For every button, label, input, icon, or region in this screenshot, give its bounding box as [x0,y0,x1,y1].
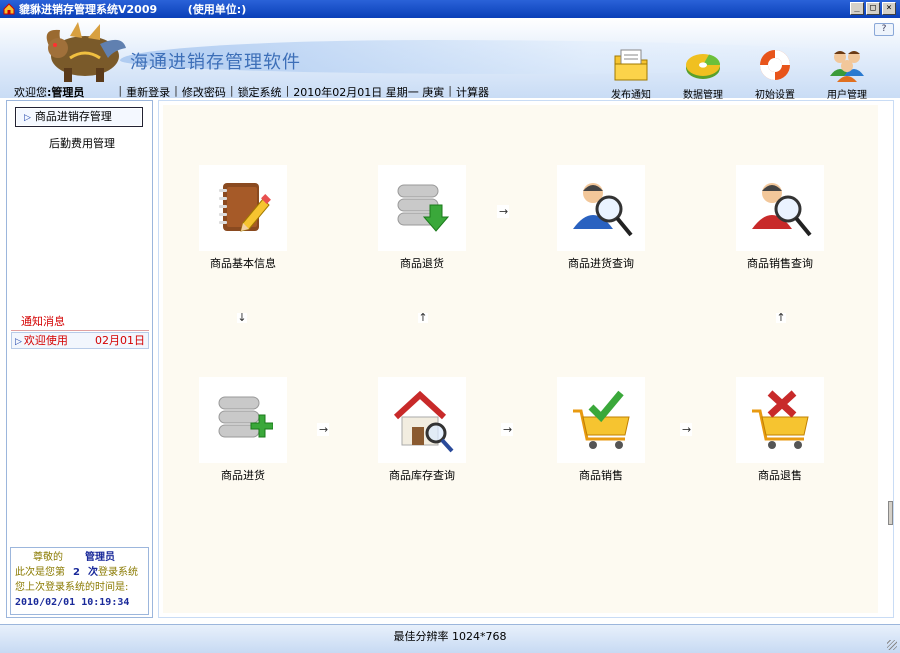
arrow-right-icon: → [317,423,330,436]
window-title-bar: 貔貅进销存管理系统V2009 (使用单位:) _ □ × [0,0,900,18]
arrow-up-icon: ↑ [418,311,428,324]
arrow-right-icon: → [680,423,693,436]
house-search-icon [378,377,466,463]
node-product-purchase[interactable]: 商品进货 [183,377,303,483]
user-info-bar: 欢迎您 :管理员 | 重新登录 | 修改密码 | 锁定系统 | 2010年02月… [14,84,489,100]
node-sales-return[interactable]: 商品退售 [720,377,840,483]
node-product-return[interactable]: 商品退货 [362,165,482,271]
last-login-label: 您上次登录系统的时间是: [15,582,129,593]
flow-diagram: 商品基本信息 商品退货 商品进货查询 商品销售查询 → ↓ ↑ ↑ 商品进货 商… [163,105,878,613]
node-label: 商品销售查询 [747,257,813,270]
current-date: 2010年02月01日 星期一 庚寅 [293,86,445,99]
publish-notice-button[interactable]: 发布通知 [608,46,654,101]
software-title: 海通进销存管理软件 [130,52,301,73]
node-label: 商品进货 [221,469,265,482]
minimize-button[interactable]: _ [850,2,864,15]
login-user: 管理员 [85,552,115,563]
maximize-button[interactable]: □ [866,2,880,15]
header-banner: ? 海通进销存管理软件 欢迎您 :管理员 | 重新登录 | 修改密码 | 锁定系… [0,18,900,101]
resize-grip-icon[interactable] [887,640,897,650]
login-count: 2 [73,567,80,578]
user-search-red-icon [736,165,824,251]
notice-item-date: 02月01日 [95,334,145,347]
cart-cross-icon [736,377,824,463]
arrow-up-icon: ↑ [776,311,786,324]
node-inventory-query[interactable]: 商品库存查询 [362,377,482,483]
relogin-link[interactable]: 重新登录 [126,84,170,100]
help-button[interactable]: ? [874,23,894,36]
data-management-button[interactable]: 数据管理 [680,46,726,101]
greet-prefix: 尊敬的 [33,552,63,563]
welcome-label: 欢迎您 [14,86,47,99]
user-search-blue-icon [557,165,645,251]
count-suffix-bold: 次 [87,567,98,578]
database-download-icon [378,165,466,251]
change-password-link[interactable]: 修改密码 [182,84,226,100]
arrow-right-icon: → [501,423,514,436]
triangle-right-icon: ▷ [15,337,22,347]
notice-item[interactable]: ▷ 欢迎使用 02月01日 [11,332,149,349]
close-button[interactable]: × [882,2,896,15]
menu-item-label: 商品进销存管理 [34,110,112,123]
toolbar: 发布通知 数据管理 初始设置 用户管理 [608,46,870,101]
scroll-handle[interactable] [888,501,893,525]
node-product-sales[interactable]: 商品销售 [541,377,661,483]
menu-item-inventory[interactable]: ▷ 商品进销存管理 [15,107,143,127]
arrow-down-icon: ↓ [237,311,247,324]
database-add-icon [199,377,287,463]
current-user: :管理员 [47,86,85,99]
user-management-button[interactable]: 用户管理 [824,46,870,101]
pixiu-logo-icon [30,18,130,86]
app-icon [2,2,16,16]
arrow-right-icon: → [497,205,510,218]
calculator-link[interactable]: 计算器 [456,84,489,100]
node-label: 商品基本信息 [210,257,276,270]
login-info-box: 尊敬的 管理员 此次是您第 2 次登录系统 您上次登录系统的时间是: 2010/02/… [10,547,149,615]
sidebar: ▷ 商品进销存管理 后勤费用管理 通知消息 ▷ 欢迎使用 02月01日 尊敬的 管理员… [6,100,153,618]
node-label: 商品进货查询 [568,257,634,270]
users-icon [827,46,867,84]
main-panel: 商品基本信息 商品退货 商品进货查询 商品销售查询 → ↓ ↑ ↑ 商品进货 商… [158,100,894,618]
node-label: 商品退售 [758,469,802,482]
node-label: 商品销售 [579,469,623,482]
count-prefix: 此次是您第 [15,567,65,578]
notice-divider [11,330,149,331]
node-sales-query[interactable]: 商品销售查询 [720,165,840,271]
notebook-pencil-icon [199,165,287,251]
node-purchase-query[interactable]: 商品进货查询 [541,165,661,271]
status-bar: 最佳分辨率 1024*768 [0,624,900,653]
initial-settings-button[interactable]: 初始设置 [752,46,798,101]
data-disk-icon [683,46,723,84]
triangle-right-icon: ▷ [24,113,31,123]
last-login-time: 2010/02/01 10:19:34 [15,597,130,608]
node-label: 商品库存查询 [389,469,455,482]
notice-folder-icon [611,46,651,84]
window-title: 貔貅进销存管理系统V2009 (使用单位:) [19,3,247,16]
resolution-hint: 最佳分辨率 1024*768 [393,630,507,643]
node-label: 商品退货 [400,257,444,270]
notice-section-title: 通知消息 [21,315,65,328]
node-product-basic-info[interactable]: 商品基本信息 [183,165,303,271]
notice-item-text: 欢迎使用 [23,334,68,347]
cart-check-icon [557,377,645,463]
count-suffix: 登录系统 [97,567,138,578]
lock-system-link[interactable]: 锁定系统 [238,84,282,100]
lifebuoy-icon [755,46,795,84]
menu-item-logistics-expenses[interactable]: 后勤费用管理 [49,135,115,151]
